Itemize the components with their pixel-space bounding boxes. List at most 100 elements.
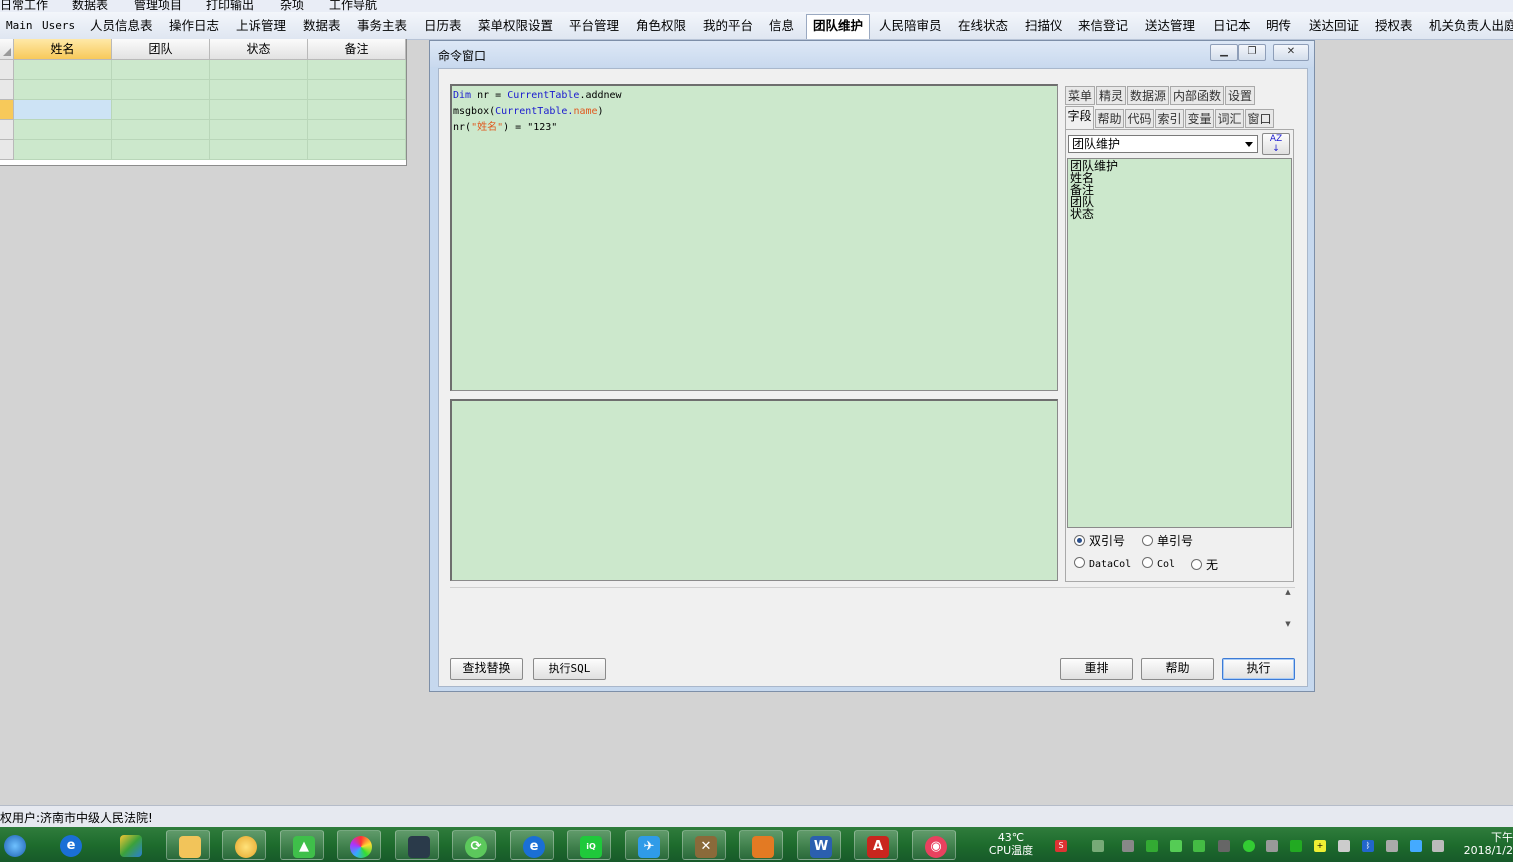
tab-18[interactable]: 送达管理 (1139, 15, 1201, 37)
column-header[interactable]: 状态 (210, 39, 308, 60)
table-cell[interactable] (14, 100, 112, 120)
tray-app-icon[interactable] (1122, 840, 1134, 852)
taskbar-bird[interactable]: ✈ (625, 830, 669, 860)
bluetooth-icon[interactable]: ᛒ (1362, 840, 1374, 852)
tab-5[interactable]: 数据表 (297, 15, 347, 37)
right-tab-field-5[interactable]: 词汇 (1215, 109, 1244, 128)
tab-7[interactable]: 日历表 (418, 15, 468, 37)
menu-item-print[interactable]: 打印输出 (206, 0, 254, 12)
monitor-tray-icon[interactable] (1218, 840, 1230, 852)
right-tab-2[interactable]: 数据源 (1127, 86, 1169, 105)
table-cell[interactable] (112, 100, 210, 120)
tab-0[interactable]: Main (0, 15, 39, 37)
table-cell[interactable] (308, 100, 406, 120)
command-window-titlebar[interactable]: 命令窗口 ▁ ❐ ✕ (430, 41, 1314, 67)
right-tab-3[interactable]: 内部函数 (1170, 86, 1224, 105)
right-tab-4[interactable]: 设置 (1225, 86, 1255, 105)
tab-23[interactable]: 机关负责人出庭 (1423, 15, 1513, 37)
table-cell[interactable] (210, 120, 308, 140)
message-pane[interactable]: ▲ ▼ (450, 587, 1295, 646)
taskbar-camera[interactable]: ◉ (912, 830, 956, 860)
battery-icon[interactable] (1092, 840, 1104, 852)
code-editor[interactable]: Dim nr = CurrentTable.addnew msgbox(Curr… (450, 84, 1058, 391)
tab-1[interactable]: Users (36, 15, 81, 37)
tab-20[interactable]: 明传 (1260, 15, 1297, 37)
volume-icon[interactable] (1412, 840, 1424, 852)
column-header[interactable]: 团队 (112, 39, 210, 60)
right-tab-field-4[interactable]: 变量 (1185, 109, 1214, 128)
taskbar-tools[interactable]: ✕ (682, 830, 726, 860)
table-cell[interactable] (14, 80, 112, 100)
tab-4[interactable]: 上诉管理 (230, 15, 292, 37)
row-header[interactable] (0, 80, 14, 100)
table-cell[interactable] (308, 80, 406, 100)
taskbar-iqiyi[interactable]: iQ (567, 830, 611, 860)
right-tab-field-6[interactable]: 窗口 (1245, 109, 1274, 128)
table-cell[interactable] (112, 140, 210, 160)
radio-single-quote[interactable]: 单引号 (1142, 532, 1193, 549)
taskbar-paint[interactable] (222, 830, 266, 860)
radio-double-quote[interactable]: 双引号 (1074, 532, 1125, 549)
tab-21[interactable]: 送达回证 (1303, 15, 1365, 37)
tab-3[interactable]: 操作日志 (163, 15, 225, 37)
right-tab-1[interactable]: 精灵 (1096, 86, 1126, 105)
taskbar-app-green[interactable]: ▲ (280, 830, 324, 860)
taskbar-pdf[interactable]: A (854, 830, 898, 860)
menu-item-manage[interactable]: 管理项目 (134, 0, 182, 12)
message-scrollbar[interactable]: ▲ ▼ (1281, 588, 1295, 646)
right-tab-field-1[interactable]: 帮助 (1095, 109, 1124, 128)
taskbar-explorer[interactable] (166, 830, 210, 860)
table-cell[interactable] (210, 100, 308, 120)
tray-app-icon[interactable] (1266, 840, 1278, 852)
exec-sql-button[interactable]: 执行SQL (533, 658, 606, 680)
table-cell[interactable] (210, 140, 308, 160)
tray-app-icon[interactable] (1386, 840, 1398, 852)
tab-12[interactable]: 信息 (763, 15, 800, 37)
execute-button[interactable]: 执行 (1222, 658, 1295, 680)
column-header[interactable]: 备注 (308, 39, 406, 60)
radio-col[interactable]: Col (1142, 557, 1175, 570)
tab-17[interactable]: 来信登记 (1072, 15, 1134, 37)
grid-corner-select-all[interactable] (0, 39, 14, 60)
sogou-icon[interactable]: S (1055, 840, 1067, 852)
shield-icon[interactable] (1290, 840, 1302, 852)
field-list-item[interactable]: 姓名 (1070, 172, 1289, 184)
tab-6[interactable]: 事务主表 (351, 15, 413, 37)
field-list-item[interactable]: 团队维护 (1070, 160, 1289, 172)
menu-item-misc[interactable]: 杂项 (280, 0, 304, 12)
network-icon[interactable] (1432, 840, 1444, 852)
tray-app-icon[interactable] (1338, 840, 1350, 852)
reset-button[interactable]: 重排 (1060, 658, 1133, 680)
tab-15[interactable]: 在线状态 (952, 15, 1014, 37)
field-list-item[interactable]: 团队 (1070, 196, 1289, 208)
table-cell[interactable] (308, 140, 406, 160)
tray-app-icon[interactable] (1170, 840, 1182, 852)
close-icon[interactable]: ✕ (1273, 44, 1309, 61)
nvidia-icon[interactable] (1146, 840, 1158, 852)
row-header[interactable] (0, 120, 14, 140)
row-header[interactable] (0, 100, 14, 120)
taskbar-refresh[interactable]: ⟳ (452, 830, 496, 860)
plus-icon[interactable]: + (1314, 840, 1326, 852)
tab-13[interactable]: 团队维护 (806, 14, 871, 39)
table-cell[interactable] (308, 120, 406, 140)
row-header[interactable] (0, 60, 14, 80)
tab-2[interactable]: 人员信息表 (84, 15, 159, 37)
tab-14[interactable]: 人民陪审员 (873, 15, 948, 37)
table-cell[interactable] (14, 120, 112, 140)
right-tab-field-0[interactable]: 字段 (1065, 106, 1094, 129)
table-cell[interactable] (14, 140, 112, 160)
right-tab-field-3[interactable]: 索引 (1155, 109, 1184, 128)
taskbar-monitor[interactable] (395, 830, 439, 860)
find-replace-button[interactable]: 查找替换 (450, 658, 523, 680)
table-cell[interactable] (308, 60, 406, 80)
output-pane[interactable] (450, 399, 1058, 581)
restore-icon[interactable]: ❐ (1238, 44, 1266, 61)
table-cell[interactable] (112, 60, 210, 80)
menu-item-tables[interactable]: 数据表 (72, 0, 108, 12)
radio-datacol[interactable]: DataCol (1074, 557, 1131, 570)
tray-app-icon[interactable] (1243, 840, 1255, 852)
tab-19[interactable]: 日记本 (1207, 15, 1257, 37)
column-header[interactable]: 姓名 (14, 39, 112, 60)
table-cell[interactable] (210, 80, 308, 100)
